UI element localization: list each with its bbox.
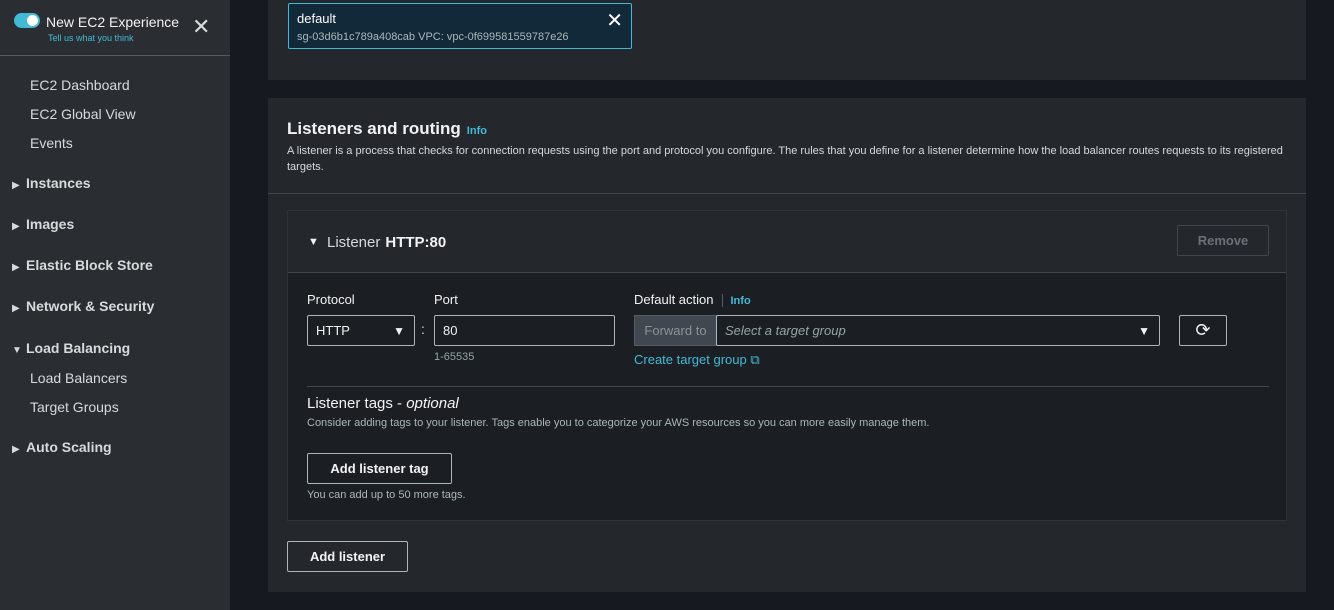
- sidebar-item-load-balancers[interactable]: Load Balancers: [30, 370, 127, 386]
- feedback-link[interactable]: Tell us what you think: [48, 33, 134, 43]
- refresh-icon: ⟳: [1195, 320, 1211, 340]
- port-input[interactable]: 80: [434, 315, 615, 346]
- sidebar-group-label: Instances: [26, 175, 91, 191]
- caret-down-icon[interactable]: ▼: [308, 236, 319, 248]
- info-link[interactable]: Info: [467, 125, 487, 137]
- refresh-button[interactable]: ⟳: [1179, 315, 1227, 346]
- listener-tags-title: Listener tags - optional: [307, 395, 459, 412]
- new-experience-title: New EC2 Experience: [46, 14, 180, 30]
- target-group-select[interactable]: Select a target group ▼: [716, 315, 1160, 346]
- sidebar-group-label: Elastic Block Store: [26, 257, 153, 273]
- forward-to-label: Forward to: [634, 315, 717, 346]
- external-link-icon: ⧉: [750, 352, 760, 367]
- security-group-name: default: [297, 11, 337, 26]
- sidebar: New EC2 Experience Tell us what you thin…: [0, 0, 230, 610]
- label-divider: [721, 294, 723, 308]
- sidebar-item-target-groups[interactable]: Target Groups: [30, 399, 119, 415]
- port-hint: 1-65535: [434, 351, 475, 363]
- caret-down-icon: ▼: [393, 324, 405, 338]
- create-target-group-link[interactable]: Create target group ⧉: [634, 352, 760, 368]
- listeners-routing-card: Listeners and routing Info A listener is …: [268, 98, 1306, 592]
- sidebar-item-events[interactable]: Events: [30, 135, 73, 151]
- sidebar-group-load-balancing[interactable]: ▼ Load Balancing: [12, 340, 130, 356]
- caret-down-icon: ▼: [1138, 324, 1150, 338]
- selected-security-group: default sg-03d6b1c789a408cab VPC: vpc-0f…: [288, 3, 632, 49]
- caret-right-icon: ▶: [12, 180, 20, 191]
- sidebar-group-network-security[interactable]: ▶ Network & Security: [12, 298, 154, 314]
- new-experience-header: New EC2 Experience Tell us what you thin…: [0, 0, 230, 56]
- default-action-label: Default action Info: [634, 292, 751, 308]
- security-group-meta: sg-03d6b1c789a408cab VPC: vpc-0f69958155…: [297, 31, 569, 43]
- sidebar-group-auto-scaling[interactable]: ▶ Auto Scaling: [12, 439, 112, 455]
- protocol-value: HTTP: [316, 323, 350, 338]
- section-description: A listener is a process that checks for …: [287, 145, 1283, 173]
- caret-down-icon: ▼: [12, 345, 22, 356]
- listener-prefix: Listener: [327, 234, 381, 251]
- separator-colon: :: [421, 321, 425, 337]
- caret-right-icon: ▶: [12, 221, 20, 232]
- listener-name: HTTP:80: [385, 234, 447, 251]
- target-group-placeholder: Select a target group: [725, 323, 846, 338]
- sidebar-item-ec2-dashboard[interactable]: EC2 Dashboard: [30, 77, 130, 93]
- info-link[interactable]: Info: [731, 295, 751, 307]
- sidebar-item-ec2-global-view[interactable]: EC2 Global View: [30, 106, 136, 122]
- port-value: 80: [443, 323, 458, 338]
- create-target-group-text: Create target group: [634, 352, 747, 367]
- listener-tags-description: Consider adding tags to your listener. T…: [307, 417, 930, 429]
- security-groups-card: default sg-03d6b1c789a408cab VPC: vpc-0f…: [268, 0, 1306, 80]
- remove-button[interactable]: Remove: [1177, 225, 1269, 256]
- tags-limit-hint: You can add up to 50 more tags.: [307, 489, 466, 501]
- caret-right-icon: ▶: [12, 262, 20, 273]
- protocol-select[interactable]: HTTP ▼: [307, 315, 415, 346]
- caret-right-icon: ▶: [12, 303, 20, 314]
- close-icon[interactable]: ✕: [192, 16, 210, 38]
- listener-header[interactable]: ▼ Listener HTTP:80 Remove: [288, 211, 1286, 273]
- add-listener-tag-button[interactable]: Add listener tag: [307, 453, 452, 484]
- remove-security-group-icon[interactable]: ✕: [606, 8, 623, 33]
- divider: [268, 193, 1306, 194]
- port-label: Port: [434, 292, 458, 307]
- sidebar-group-label: Auto Scaling: [26, 439, 112, 455]
- sidebar-group-label: Load Balancing: [26, 340, 131, 356]
- tags-optional-text: optional: [406, 395, 459, 412]
- listener-title: Listener HTTP:80: [327, 234, 446, 251]
- sidebar-group-images[interactable]: ▶ Images: [12, 216, 74, 232]
- section-title: Listeners and routing Info: [287, 119, 487, 139]
- main-content: default sg-03d6b1c789a408cab VPC: vpc-0f…: [230, 0, 1334, 610]
- sidebar-group-label: Images: [26, 216, 75, 232]
- add-listener-button[interactable]: Add listener: [287, 541, 408, 572]
- sidebar-group-instances[interactable]: ▶ Instances: [12, 175, 91, 191]
- new-experience-toggle[interactable]: [14, 13, 40, 28]
- divider: [307, 386, 1269, 387]
- default-action-text: Default action: [634, 292, 714, 307]
- section-title-text: Listeners and routing: [287, 119, 461, 138]
- sidebar-group-label: Network & Security: [26, 298, 155, 314]
- caret-right-icon: ▶: [12, 444, 20, 455]
- tags-title-text: Listener tags -: [307, 395, 407, 412]
- sidebar-group-elastic-block-store[interactable]: ▶ Elastic Block Store: [12, 257, 153, 273]
- listener-panel: ▼ Listener HTTP:80 Remove Protocol HTTP ▼…: [287, 210, 1287, 521]
- protocol-label: Protocol: [307, 292, 355, 307]
